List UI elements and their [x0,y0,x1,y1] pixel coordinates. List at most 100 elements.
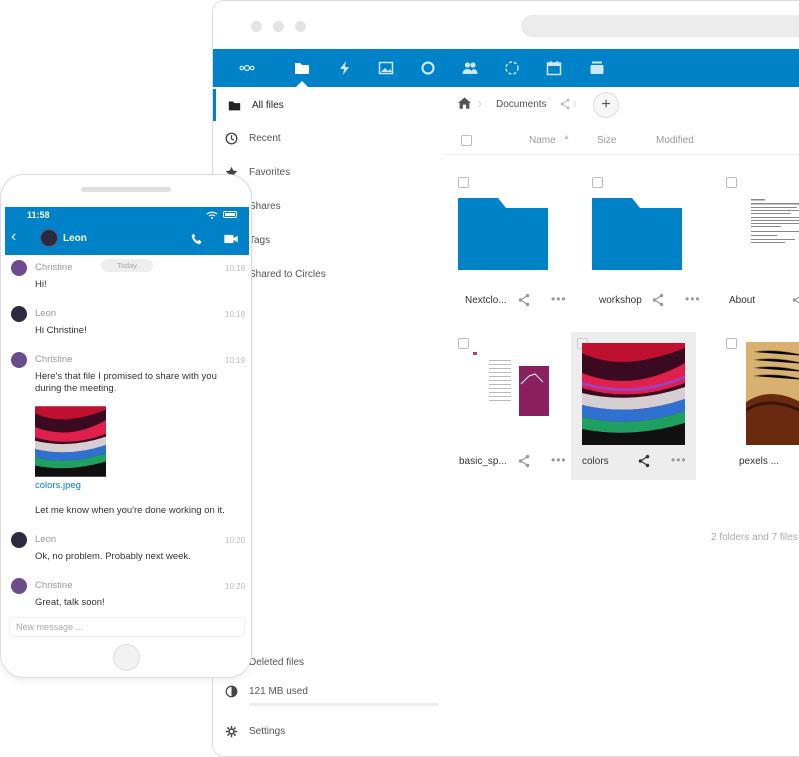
message-author: Leon [35,534,57,545]
day-separator: Today [101,259,153,272]
calendar-icon[interactable] [543,57,565,79]
message-input[interactable]: New message ... [9,617,245,637]
share-icon[interactable] [791,293,799,307]
file-name[interactable]: colors [582,456,609,467]
column-modified[interactable]: Modified [656,135,694,146]
file-tile-selected[interactable]: colors ••• [571,332,696,480]
browser-titlebar [213,1,799,49]
sidebar-item-label: All files [252,99,284,111]
sidebar-item-label: Tags [249,234,271,246]
more-icon[interactable]: ••• [671,454,687,466]
file-name[interactable]: Nextclo... [465,295,507,306]
file-name[interactable]: workshop [599,295,642,306]
file-name[interactable]: About [729,295,755,306]
contacts-icon[interactable] [459,57,481,79]
circles-icon[interactable] [501,57,523,79]
phone-call-icon[interactable] [191,233,203,245]
window-dot [251,21,262,32]
folder-icon [451,179,555,283]
select-all-checkbox[interactable] [461,135,472,146]
file-tile[interactable]: Nextclo... ••• [441,169,566,315]
spreadsheet-thumbnail [471,346,555,420]
share-icon[interactable] [651,293,665,307]
status-time: 11:58 [27,210,50,220]
image-icon[interactable] [375,57,397,79]
more-icon[interactable]: ••• [685,293,701,305]
pie-chart-icon [225,685,238,697]
home-button[interactable] [113,644,140,671]
document-thumbnail [739,195,799,265]
sidebar-item-all-files[interactable]: All files [213,89,443,121]
nextcloud-logo[interactable] [223,57,271,79]
breadcrumb-separator-icon: › [477,95,483,112]
chat-messages: Today Christine 10:18 Hi! Leon 10:18 Hi … [5,255,249,615]
phone-status-bar: 11:58 [5,207,249,223]
desktop-window: All files Recent Favorites Shares Tags S… [212,0,799,757]
window-dot [295,21,306,32]
message-author: Christine [35,262,73,273]
sidebar-item-recent[interactable]: Recent [213,122,443,154]
message-text: Ok, no problem. Probably next week. [35,551,191,562]
message-text: Here's that file I promised to share wit… [35,371,217,394]
attachment-link[interactable]: colors.jpeg [35,480,235,492]
deck-icon[interactable] [586,57,608,79]
avatar [11,306,27,322]
quota-progress-bar [249,703,439,706]
chat-header: ‹ Leon [5,223,249,255]
battery-icon [223,211,237,218]
file-checkbox[interactable] [726,338,737,349]
activity-icon[interactable] [334,57,356,79]
folder-icon [585,179,689,283]
file-tile[interactable]: basic_sp... ••• [441,330,566,476]
file-name[interactable]: basic_sp... [459,456,507,467]
file-tile[interactable]: pexels ... [709,330,799,476]
message-author: Christine [35,580,73,591]
message-author: Christine [35,354,73,365]
share-icon[interactable] [637,454,651,468]
contact-name[interactable]: Leon [63,233,87,244]
share-icon[interactable] [517,454,531,468]
file-list-header: Name ▲ Size Modified [443,127,799,155]
sidebar-item-settings[interactable]: Settings [213,715,443,747]
message-time: 10:19 [225,356,246,365]
sidebar-item-label: Shared to Circles [249,268,326,280]
sidebar-item-label: Shares [249,200,281,212]
breadcrumb-current[interactable]: Documents [496,99,547,110]
more-icon[interactable]: ••• [551,454,567,466]
column-name[interactable]: Name [529,135,556,146]
file-count-summary: 2 folders and 7 files [711,532,798,543]
file-checkbox[interactable] [726,177,737,188]
talk-icon[interactable] [417,57,439,79]
video-call-icon[interactable] [224,234,238,244]
message-time: 10:20 [225,582,246,591]
avatar [11,578,27,594]
share-icon[interactable] [559,98,571,110]
share-icon[interactable] [517,293,531,307]
message-time: 10:20 [225,536,246,545]
home-icon[interactable] [458,97,471,109]
new-file-button[interactable]: + [593,92,619,118]
file-checkbox[interactable] [458,338,469,349]
sidebar-item-label: Favorites [249,166,291,178]
avatar [11,532,27,548]
back-icon[interactable]: ‹ [11,229,16,245]
url-bar[interactable] [521,15,799,37]
more-icon[interactable]: ••• [551,293,567,305]
phone-speaker [81,187,171,192]
message-time: 10:18 [225,264,246,273]
message-author: Leon [35,308,57,319]
breadcrumb-separator-icon: › [572,95,578,112]
folder-icon[interactable] [291,57,313,79]
sidebar-item-label: Recent [249,132,281,144]
column-size[interactable]: Size [597,135,616,146]
breadcrumb: › Documents › + [443,87,799,123]
sidebar-item-label: Deleted files [249,656,305,668]
avatar [11,260,27,276]
attachment-thumbnail[interactable] [35,406,106,477]
avatar[interactable] [40,229,58,247]
message-text: Hi! [35,279,47,290]
wifi-icon [206,211,218,219]
file-tile[interactable]: workshop ••• [575,169,700,315]
file-name[interactable]: pexels ... [739,456,779,467]
file-tile[interactable]: About [709,169,799,315]
